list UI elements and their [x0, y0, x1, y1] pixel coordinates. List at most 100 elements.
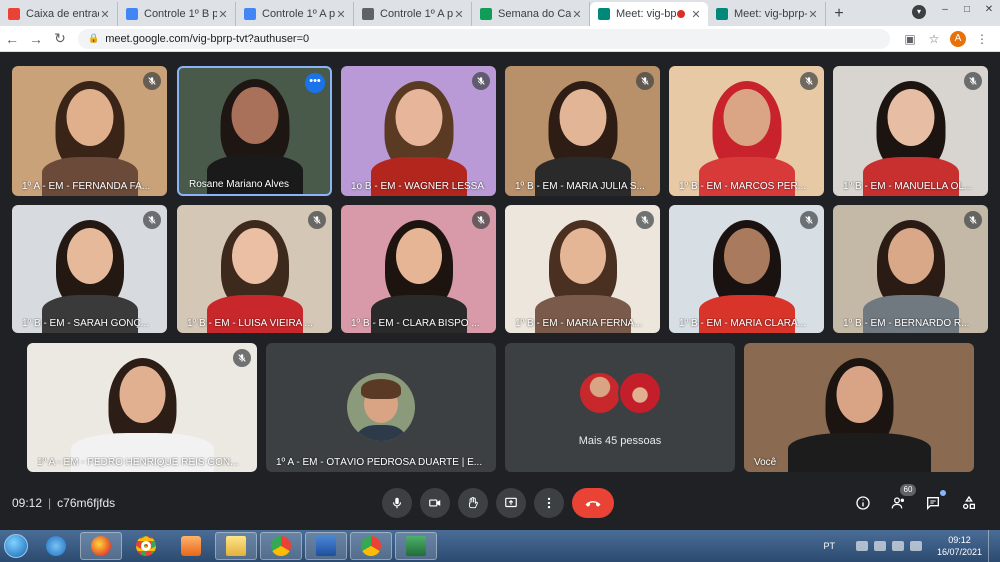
battery-icon[interactable] — [891, 541, 904, 551]
participant-name: 1º B - EM - MARIA FERNA... — [515, 318, 643, 329]
classroom-icon — [480, 8, 492, 20]
menu-kebab-icon[interactable]: ⋮ — [970, 32, 994, 46]
close-tab-icon[interactable]: ✕ — [807, 8, 819, 21]
participant-tile[interactable]: 1º B - EM - LUISA VIEIRA ... — [177, 205, 332, 333]
docs-icon — [244, 8, 256, 20]
meeting-info: 09:12 | c76m6fjfds — [12, 496, 116, 510]
participant-tile[interactable]: 1º A - EM - PEDRO HENRIQUE REIS GON... — [27, 343, 257, 472]
tray-up-arrow-icon[interactable] — [855, 541, 868, 551]
participant-tile[interactable]: Mais 45 pessoas — [505, 343, 735, 472]
participant-tile[interactable]: 1º B - EM - MARIA CLARA... — [669, 205, 824, 333]
activities-icon — [963, 495, 975, 509]
muted-mic-icon — [800, 72, 818, 90]
windows-logo-icon — [4, 534, 28, 558]
back-icon[interactable]: ← — [0, 27, 24, 51]
meeting-details-button[interactable] — [852, 492, 874, 514]
participant-tile[interactable]: 1o B - EM - WAGNER LESSA — [341, 66, 496, 196]
close-tab-icon[interactable]: ✕ — [335, 8, 347, 21]
taskbar-explorer[interactable] — [215, 532, 257, 560]
meet-icon — [716, 8, 728, 20]
start-button[interactable] — [0, 530, 32, 562]
browser-tab-label: Meet: vig-bprp-tvt — [734, 8, 807, 20]
browser-tab-label: Semana do Carmo — [498, 8, 571, 20]
tab-search-icon[interactable]: ▾ — [912, 5, 926, 19]
volume-icon[interactable] — [909, 541, 922, 551]
browser-tab[interactable]: Semana do Carmo✕ — [472, 2, 590, 26]
activities-button[interactable] — [958, 492, 980, 514]
participant-tile[interactable]: 1º B - EM - MARIA FERNA... — [505, 205, 660, 333]
participant-video — [534, 66, 631, 196]
camera-permission-icon[interactable]: ▣ — [898, 32, 922, 46]
new-tab-button[interactable]: + — [826, 2, 852, 26]
taskbar-ie[interactable] — [35, 532, 77, 560]
excel-icon — [406, 536, 426, 556]
participant-tile[interactable]: 1º B - EM - MARIA JULIA S... — [505, 66, 660, 196]
participant-avatar — [347, 373, 415, 441]
minimize-icon[interactable]: – — [934, 0, 956, 18]
forward-icon[interactable]: → — [24, 27, 48, 51]
close-tab-icon[interactable]: ✕ — [99, 8, 111, 21]
show-desktop-button[interactable] — [988, 530, 996, 562]
url-input[interactable]: 🔒 meet.google.com/vig-bprp-tvt?authuser=… — [78, 28, 890, 49]
present-screen-button[interactable] — [496, 488, 526, 518]
participant-avatar — [618, 371, 662, 415]
clock[interactable]: 09:12 16/07/2021 — [937, 534, 982, 558]
close-tab-icon[interactable]: ✕ — [453, 8, 465, 21]
chat-icon — [927, 497, 939, 510]
muted-mic-icon — [964, 211, 982, 229]
taskbar-media-player[interactable] — [170, 532, 212, 560]
browser-tab[interactable]: Meet: vig-bprp ✕ — [590, 2, 708, 26]
close-tab-icon[interactable]: ✕ — [571, 8, 583, 21]
network-icon[interactable] — [873, 541, 886, 551]
taskbar-chrome-2[interactable] — [350, 532, 392, 560]
system-tray: PT 09:12 16/07/2021 — [823, 530, 996, 562]
reload-icon[interactable]: ↻ — [48, 27, 72, 51]
more-participants-avatars — [578, 371, 662, 415]
browser-tab[interactable]: Caixa de entrada (✕ — [0, 2, 118, 26]
internet-explorer-icon — [46, 536, 66, 556]
browser-tab[interactable]: Controle 1º A para✕ — [236, 2, 354, 26]
bookmark-star-icon[interactable]: ☆ — [922, 32, 946, 46]
taskbar-chrome[interactable] — [125, 532, 167, 560]
participant-video — [206, 205, 303, 333]
close-tab-icon[interactable]: ✕ — [217, 8, 229, 21]
participant-name: Rosane Mariano Alves — [189, 179, 290, 190]
participants-button[interactable]: 60 — [888, 484, 916, 514]
hang-up-button[interactable] — [572, 488, 614, 518]
participant-tile[interactable]: 1º B - EM - CLARA BISPO ... — [341, 205, 496, 333]
camera-button[interactable] — [420, 488, 450, 518]
participant-tile[interactable]: 1º B - EM - BERNARDO R... — [833, 205, 988, 333]
participant-tile[interactable]: 1º A - EM - OTÁVIO PEDROSA DUARTE | E... — [266, 343, 496, 472]
participant-avatar — [578, 371, 622, 415]
participant-tile[interactable]: Você — [744, 343, 974, 472]
language-indicator[interactable]: PT — [823, 541, 835, 551]
chat-button[interactable] — [922, 490, 946, 514]
taskbar-firefox[interactable] — [80, 532, 122, 560]
more-options-button[interactable] — [534, 488, 564, 518]
taskbar-word[interactable] — [305, 532, 347, 560]
participant-name: 1º B - EM - MARCOS PER... — [679, 181, 807, 192]
close-window-icon[interactable]: ✕ — [978, 0, 1000, 18]
browser-tab[interactable]: Meet: vig-bprp-tvt✕ — [708, 2, 826, 26]
browser-tab[interactable]: Controle 1º B para✕ — [118, 2, 236, 26]
participant-name: 1º A - EM - OTÁVIO PEDROSA DUARTE | E... — [276, 457, 483, 468]
participant-name: 1o B - EM - WAGNER LESSA — [351, 181, 484, 192]
raise-hand-button[interactable] — [458, 488, 488, 518]
participant-tile[interactable]: 1º B - EM - MARCOS PER... — [669, 66, 824, 196]
close-tab-icon[interactable]: ✕ — [690, 8, 702, 21]
taskbar-excel[interactable] — [395, 532, 437, 560]
browser-tab[interactable]: Controle 1º A para✕ — [354, 2, 472, 26]
participant-tile[interactable]: 1º B - EM - MANUELLA OL... — [833, 66, 988, 196]
tile-options-icon[interactable]: ••• — [305, 73, 325, 93]
more-participants-label: Mais 45 pessoas — [578, 435, 662, 447]
present-icon — [505, 497, 517, 508]
taskbar-chrome-profile[interactable] — [260, 532, 302, 560]
participant-tile[interactable]: Rosane Mariano Alves ••• — [177, 66, 332, 196]
maximize-icon[interactable]: □ — [956, 0, 978, 18]
participant-tile[interactable]: 1º A - EM - FERNANDA FA... — [12, 66, 167, 196]
participant-name: 1º A - EM - PEDRO HENRIQUE REIS GON... — [37, 457, 239, 468]
microphone-button[interactable] — [382, 488, 412, 518]
participant-video — [862, 66, 959, 196]
participant-tile[interactable]: 1º B - EM - SARAH GONÇ... — [12, 205, 167, 333]
profile-avatar[interactable]: A — [950, 30, 966, 47]
